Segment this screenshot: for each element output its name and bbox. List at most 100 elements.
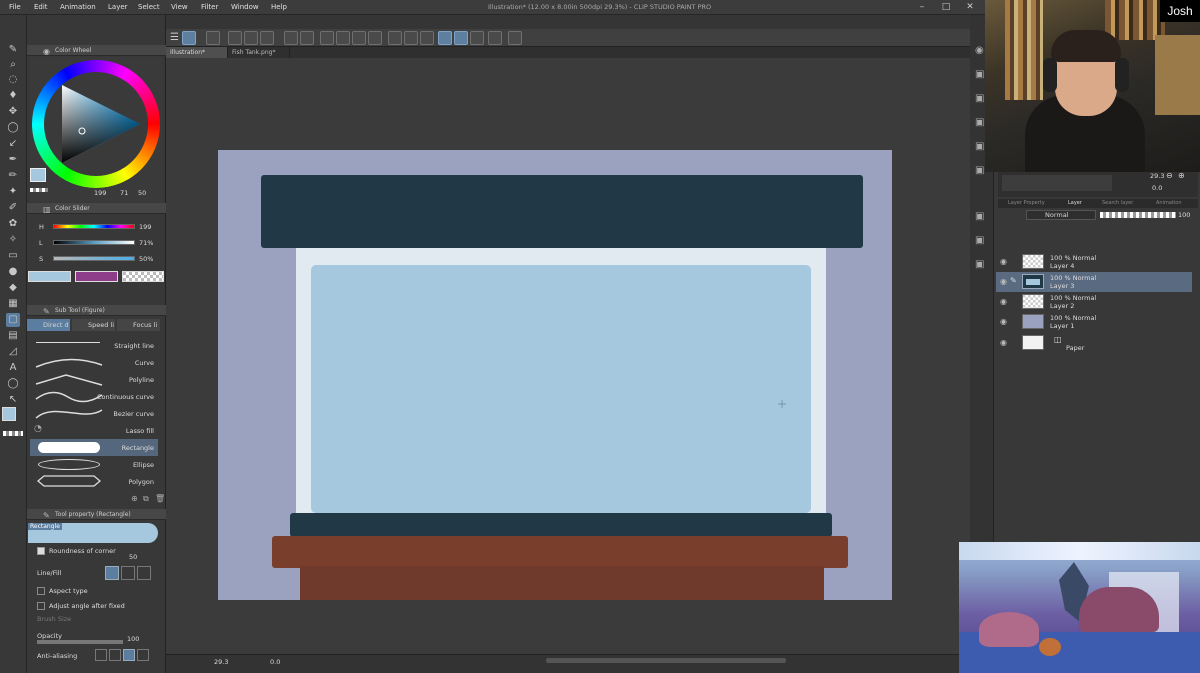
subtool-straight-line[interactable]: Straight line (30, 337, 158, 354)
layer-row-2[interactable]: ◉ 100 % Normal Layer 2 (996, 292, 1192, 312)
auto-action-icon[interactable]: ▣ (975, 165, 984, 176)
pen-icon[interactable]: ✎ (6, 43, 20, 57)
transparent-swatch[interactable] (3, 431, 23, 436)
blend-icon[interactable]: ● (6, 265, 20, 279)
gradient-icon[interactable]: ▦ (6, 297, 20, 311)
eye-icon[interactable]: ◉ (1000, 317, 1009, 326)
aa-none-option[interactable] (95, 649, 107, 661)
snap-special-icon[interactable] (454, 31, 468, 45)
export-icon[interactable] (488, 31, 502, 45)
fill-bucket-icon[interactable]: ◆ (6, 281, 20, 295)
menu-edit[interactable]: Edit (34, 3, 48, 11)
sub-view-icon[interactable]: ▣ (975, 69, 984, 80)
maximize-icon[interactable]: □ (934, 0, 958, 15)
selection-icon[interactable] (404, 31, 418, 45)
adjust-angle-checkbox[interactable] (37, 602, 45, 610)
angle-value[interactable]: 0.0 (270, 658, 280, 666)
decoration-icon[interactable]: ✿ (6, 217, 20, 231)
saturation-slider[interactable] (53, 256, 135, 261)
eye-icon[interactable]: ◉ (1000, 277, 1009, 286)
aa-medium-option[interactable] (123, 649, 135, 661)
slider-sub-swatch[interactable] (75, 271, 118, 282)
hamburger-icon[interactable]: ☰ (170, 32, 179, 43)
wheel-transparent-swatch[interactable] (30, 188, 48, 192)
zoom-out-icon[interactable]: ⊖ (1166, 171, 1173, 180)
balloon-icon[interactable]: ◯ (6, 377, 20, 391)
aa-strong-option[interactable] (137, 649, 149, 661)
tool-mode-icon[interactable] (182, 31, 196, 45)
opacity-value[interactable]: 100 (127, 635, 139, 643)
subtool-trash-icon[interactable]: 🗑 (155, 494, 165, 503)
layer-row-1[interactable]: ◉ 100 % Normal Layer 1 (996, 312, 1192, 332)
minimize-icon[interactable]: – (910, 0, 934, 15)
lasso-icon[interactable]: ◌ (6, 73, 20, 87)
move-icon[interactable]: ✥ (6, 105, 20, 119)
navigator-zoom[interactable]: 29.3 (1150, 172, 1164, 180)
zoom-in-icon[interactable]: ⊕ (1178, 171, 1185, 180)
undo-icon[interactable] (284, 31, 298, 45)
color-triangle[interactable] (48, 75, 146, 173)
tab-search-layer[interactable]: Search layer (1102, 200, 1133, 206)
open-icon[interactable] (244, 31, 258, 45)
pen2-icon[interactable]: ✒ (6, 153, 20, 167)
tab-layer[interactable]: Layer (1068, 200, 1082, 206)
material-icon[interactable]: ▣ (975, 93, 984, 104)
subtool-polygon[interactable]: Polygon (30, 473, 158, 490)
text-icon[interactable]: A (6, 361, 20, 375)
select-icon[interactable]: ◯ (6, 121, 20, 135)
deselect-icon[interactable] (388, 31, 402, 45)
brush-icon[interactable]: ♦ (6, 89, 20, 103)
redo-icon[interactable] (300, 31, 314, 45)
horizontal-scrollbar[interactable] (546, 658, 786, 663)
tab-speed-lines[interactable]: Speed li (72, 319, 115, 331)
frame-icon[interactable]: ▤ (6, 329, 20, 343)
line-fill-option-3[interactable] (137, 566, 151, 580)
subtool-polyline[interactable]: Polyline (30, 371, 158, 388)
clear-icon[interactable] (352, 31, 366, 45)
eraser-icon[interactable]: ▭ (6, 249, 20, 263)
invert-icon[interactable] (420, 31, 434, 45)
layer-opacity-slider[interactable] (1100, 212, 1176, 218)
history-icon[interactable]: ▣ (975, 141, 984, 152)
menu-filter[interactable]: Filter (201, 3, 218, 11)
menu-view[interactable]: View (171, 3, 188, 11)
canvas-icon[interactable] (206, 31, 220, 45)
layer-row-3[interactable]: ◉ ✎ 100 % Normal Layer 3 (996, 272, 1192, 292)
eyedropper-icon[interactable]: ↙ (6, 137, 20, 151)
subtool-lasso-fill[interactable]: ◔ Lasso fill (30, 422, 158, 439)
aspect-type-checkbox[interactable] (37, 587, 45, 595)
ruler-icon[interactable]: ◿ (6, 345, 20, 359)
sparkle-icon[interactable]: ✧ (6, 233, 20, 247)
settings-icon[interactable] (320, 31, 334, 45)
layer-row-4[interactable]: ◉ 100 % Normal Layer 4 (996, 252, 1192, 272)
save-icon[interactable] (260, 31, 274, 45)
subtool-ellipse[interactable]: Ellipse (30, 456, 158, 473)
canvas-area[interactable] (166, 58, 970, 654)
tab-fish-tank[interactable]: Fish Tank.png* (228, 47, 290, 58)
figure-icon[interactable]: ▢ (6, 313, 20, 327)
snap-grid-icon[interactable] (470, 31, 484, 45)
eye-icon[interactable]: ◉ (1000, 257, 1009, 266)
transform-icon[interactable] (368, 31, 382, 45)
line-fill-option-2[interactable] (121, 566, 135, 580)
layer-opacity-value[interactable]: 100 (1178, 211, 1190, 219)
layer-search-icon[interactable]: ▣ (975, 235, 984, 246)
navigator-icon[interactable]: ◉ (975, 45, 984, 56)
close-icon[interactable]: ✕ (958, 0, 982, 15)
tab-focus-lines[interactable]: Focus li (117, 319, 160, 331)
animation-icon[interactable]: ▣ (975, 259, 984, 270)
airbrush-icon[interactable]: ✦ (6, 185, 20, 199)
roundness-checkbox[interactable] (37, 547, 45, 555)
eye-icon[interactable]: ◉ (1000, 297, 1009, 306)
tablet-icon[interactable] (508, 31, 522, 45)
roundness-value[interactable]: 50 (129, 553, 137, 561)
aa-weak-option[interactable] (109, 649, 121, 661)
subtool-continuous-curve[interactable]: Continuous curve (30, 388, 158, 405)
subtool-rectangle[interactable]: Rectangle (30, 439, 158, 456)
subtool-add-icon[interactable]: ⊕ (131, 494, 138, 503)
operation-icon[interactable]: ↖ (6, 393, 20, 407)
eye-icon[interactable]: ◉ (1000, 338, 1009, 347)
menu-select[interactable]: Select (138, 3, 160, 11)
tab-direct-draw[interactable]: Direct d (27, 319, 70, 331)
marker-icon[interactable]: ✐ (6, 201, 20, 215)
